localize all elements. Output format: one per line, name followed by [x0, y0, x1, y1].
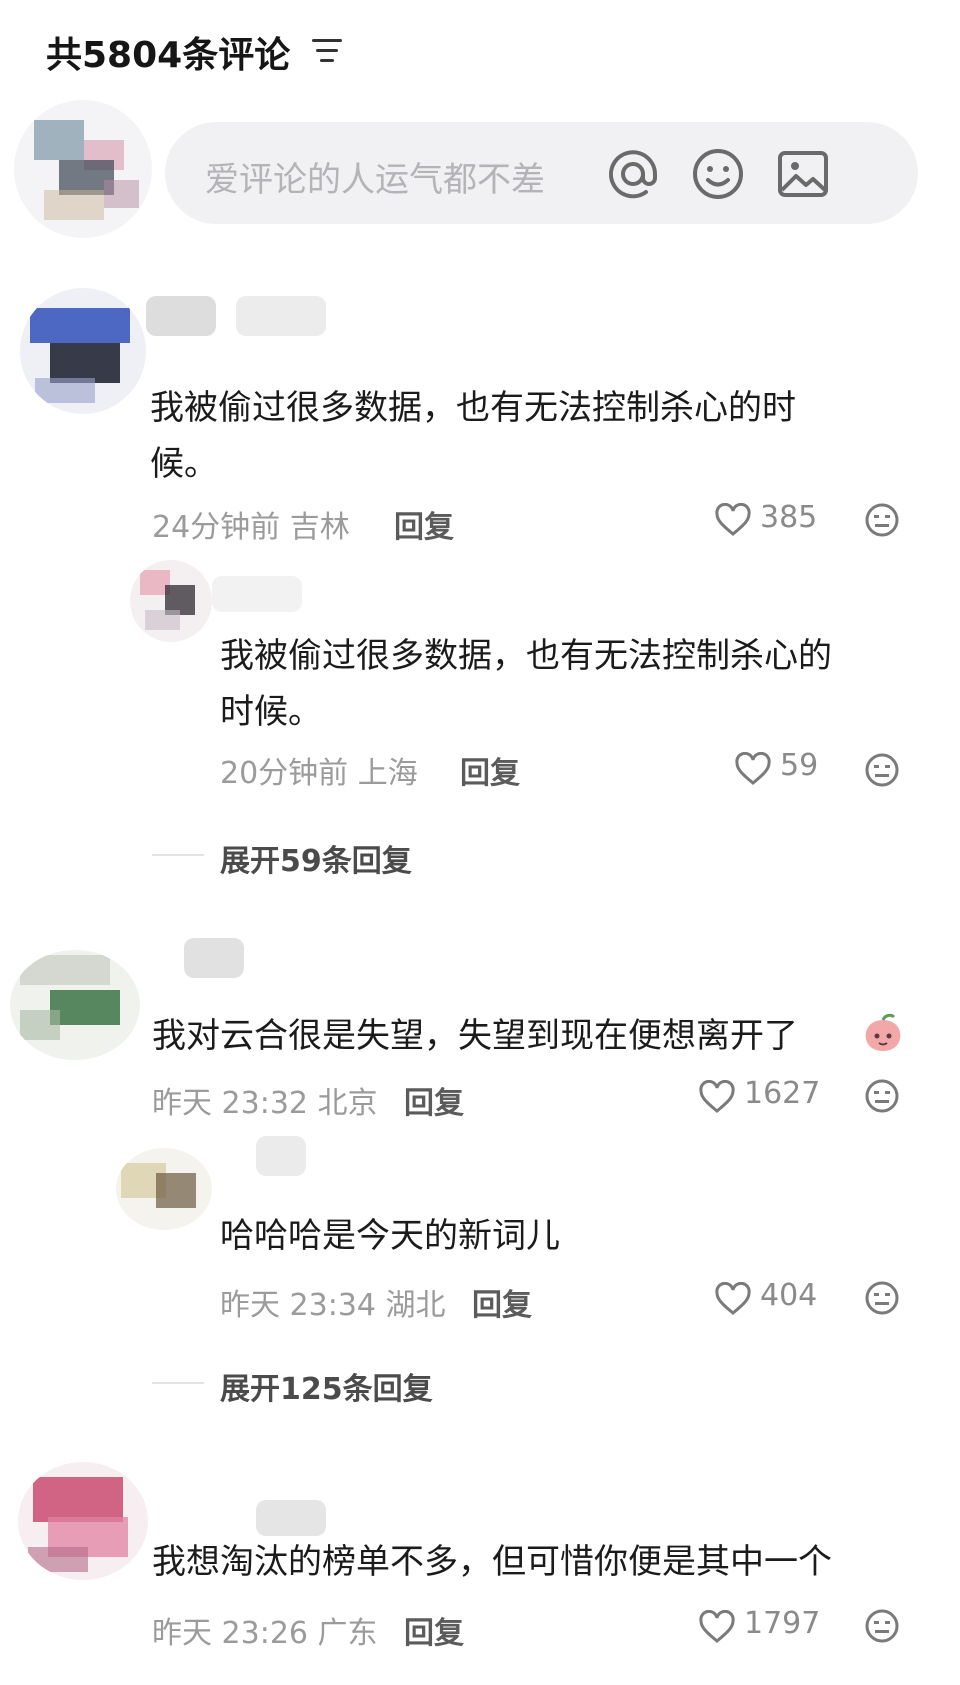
heart-icon[interactable] [698, 1080, 736, 1114]
dislike-face-icon[interactable] [864, 752, 900, 788]
comment-time: 24分钟前 [152, 510, 281, 545]
username-blurred[interactable] [212, 568, 312, 620]
avatar[interactable] [18, 1462, 148, 1580]
reply-text-line: 我被偷过很多数据，也有无法控制杀心的 [220, 636, 832, 676]
image-icon[interactable] [775, 146, 831, 202]
avatar[interactable] [116, 1148, 212, 1230]
reply-time: 昨天 23:34 [220, 1288, 376, 1323]
username-blurred[interactable] [184, 932, 254, 984]
reply-text-line: 哈哈哈是今天的新词儿 [220, 1216, 560, 1256]
comment-text-line: 我被偷过很多数据，也有无法控制杀心的时 [150, 388, 796, 428]
username-blurred[interactable] [256, 1130, 316, 1182]
expand-replies-button[interactable]: 展开125条回复 [220, 1364, 433, 1408]
heart-icon[interactable] [734, 752, 772, 786]
avatar[interactable] [20, 288, 146, 414]
comment-text-line: 候。 [150, 444, 218, 484]
comment-text-line: 我对云合很是失望，失望到现在便想离开了 [152, 1016, 798, 1056]
comment-text-line: 我想淘汰的榜单不多，但可惜你便是其中一个 [152, 1542, 832, 1582]
reply-button[interactable]: 回复 [394, 502, 454, 546]
expand-divider [152, 1382, 204, 1384]
reply-button[interactable]: 回复 [460, 748, 520, 792]
avatar[interactable] [130, 560, 212, 642]
heart-icon[interactable] [714, 1282, 752, 1316]
comment-location: 北京 [317, 1086, 378, 1121]
expand-divider [152, 854, 204, 856]
reply-text-line: 时候。 [220, 692, 322, 732]
comment-count-title: 共5804条评论 [46, 35, 291, 76]
reply-button[interactable]: 回复 [404, 1608, 464, 1652]
comment-time: 昨天 23:32 [152, 1086, 308, 1121]
reply-button[interactable]: 回复 [472, 1280, 532, 1324]
dislike-face-icon[interactable] [864, 1078, 900, 1114]
comment-location: 广东 [317, 1616, 378, 1651]
like-count: 59 [780, 748, 819, 783]
reply-time: 20分钟前 [220, 756, 349, 791]
comment-location: 吉林 [289, 510, 350, 545]
dislike-face-icon[interactable] [864, 1280, 900, 1316]
expand-replies-button[interactable]: 展开59条回复 [220, 836, 412, 880]
reply-location: 上海 [357, 756, 418, 791]
comment-time: 昨天 23:26 [152, 1616, 308, 1651]
avatar[interactable] [10, 950, 140, 1060]
dislike-face-icon[interactable] [864, 502, 900, 538]
peach-emoji-icon [865, 1013, 901, 1051]
comment-input-placeholder[interactable]: 爱评论的人运气都不差 [205, 152, 545, 201]
like-count: 1627 [744, 1076, 821, 1111]
like-count: 385 [760, 500, 818, 535]
filter-icon[interactable] [310, 36, 344, 66]
at-icon[interactable] [605, 146, 661, 202]
my-avatar[interactable] [14, 100, 152, 238]
heart-icon[interactable] [714, 503, 752, 537]
like-count: 1797 [744, 1606, 821, 1641]
like-count: 404 [760, 1278, 818, 1313]
dislike-face-icon[interactable] [864, 1608, 900, 1644]
reply-location: 湖北 [385, 1288, 446, 1323]
reply-button[interactable]: 回复 [404, 1078, 464, 1122]
emoji-icon[interactable] [690, 146, 746, 202]
username-blurred[interactable] [146, 290, 336, 342]
comment-input-bar[interactable]: 爱评论的人运气都不差 [165, 122, 918, 224]
heart-icon[interactable] [698, 1610, 736, 1644]
